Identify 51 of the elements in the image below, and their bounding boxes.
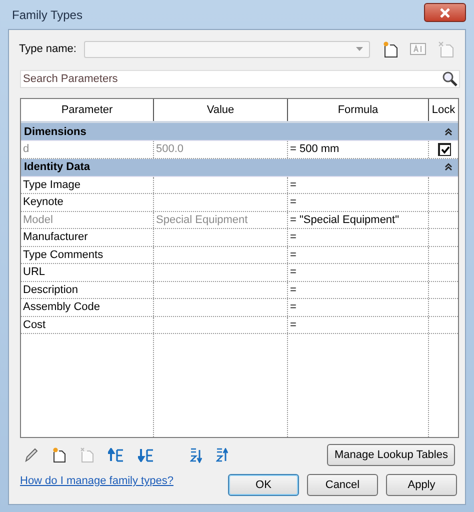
search-icon[interactable] (442, 71, 458, 87)
parameter-name: Assembly Code (23, 301, 100, 314)
new-parameter-icon[interactable] (52, 447, 66, 463)
dropdown-arrow-icon[interactable] (356, 47, 364, 51)
close-icon (439, 8, 451, 18)
formula-cell: = "Special Equipment" (290, 214, 400, 226)
formula-cell: = (290, 178, 296, 191)
formula-cell: = (290, 196, 296, 208)
formula-cell: = 500 mm (290, 143, 340, 156)
parameter-name: Model (23, 214, 53, 226)
type-name-label: Type name: (19, 43, 76, 55)
formula-cell: = (290, 266, 296, 278)
group-title: Dimensions (24, 126, 86, 138)
formula-cell: = (290, 248, 296, 261)
manage-lookup-tables-button[interactable]: Manage Lookup Tables (327, 444, 455, 466)
collapse-icon[interactable] (445, 128, 452, 136)
parameter-name: Type Image (23, 178, 80, 191)
parameter-name: Description (23, 284, 78, 296)
parameter-name: Keynote (23, 196, 64, 208)
parameter-name: d (23, 143, 30, 156)
window-title: Family Types (12, 8, 82, 22)
value-cell: 500.0 (156, 143, 184, 156)
pencil-icon[interactable] (24, 447, 38, 463)
sort-descending-icon[interactable] (216, 448, 228, 462)
formula-cell: = (290, 301, 296, 314)
parameter-name: Manufacturer (23, 231, 88, 244)
help-link[interactable]: How do I manage family types? (20, 475, 174, 487)
column-header[interactable]: Lock (429, 99, 458, 121)
formula-cell: = (290, 231, 296, 244)
close-button[interactable] (424, 3, 466, 22)
value-cell: Special Equipment (156, 214, 248, 226)
parameter-name: Type Comments (23, 248, 104, 261)
move-down-icon[interactable] (138, 448, 154, 462)
group-header[interactable]: Dimensions (21, 123, 458, 141)
apply-button[interactable]: Apply (386, 474, 457, 496)
cancel-button[interactable]: Cancel (307, 474, 378, 496)
sort-ascending-icon[interactable] (190, 448, 202, 462)
formula-cell: = (290, 284, 296, 296)
group-header[interactable]: Identity Data (21, 158, 458, 176)
ok-button[interactable]: OK (228, 474, 299, 496)
column-header[interactable]: Parameter (21, 99, 154, 121)
search-field[interactable]: Search Parameters (20, 70, 460, 88)
move-up-icon[interactable] (108, 448, 124, 462)
column-header[interactable]: Formula (288, 99, 429, 121)
group-title: Identity Data (24, 161, 90, 173)
formula-cell: = (290, 318, 296, 331)
new-type-icon[interactable] (382, 40, 398, 58)
parameter-name: URL (23, 266, 46, 278)
column-header[interactable]: Value (154, 99, 288, 121)
parameter-name: Cost (23, 318, 46, 331)
collapse-icon[interactable] (445, 163, 452, 171)
